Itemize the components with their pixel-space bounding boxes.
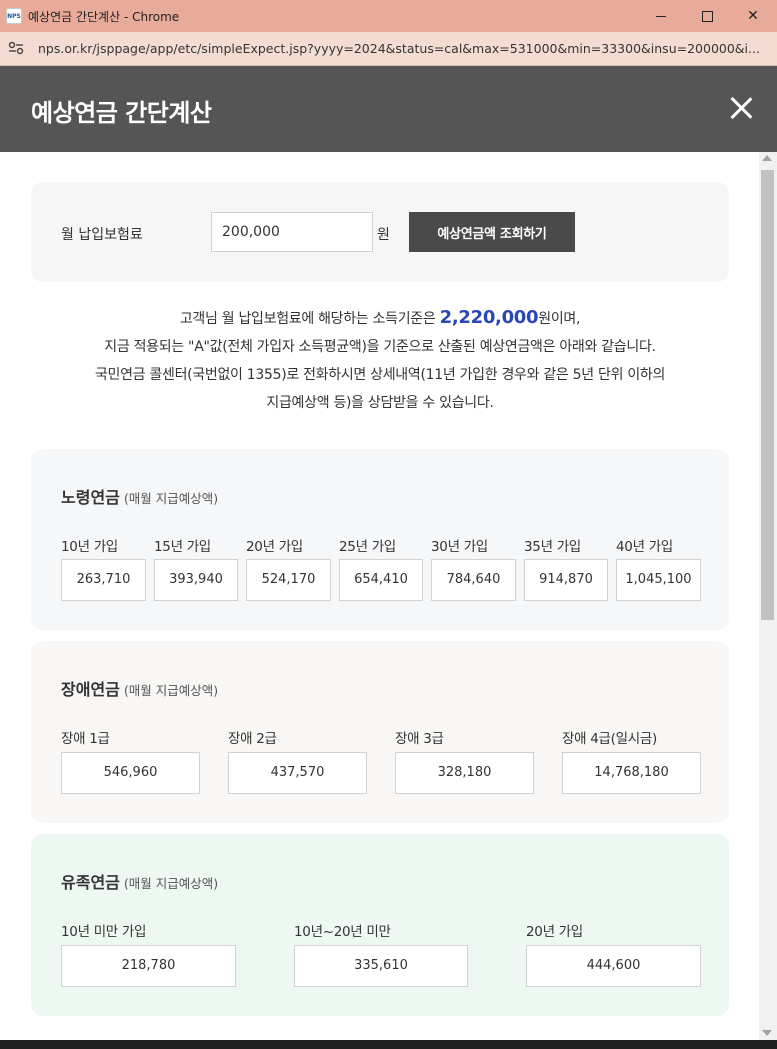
popup-title: 예상연금 간단계산 — [31, 99, 212, 127]
description-line-4: 지급예상액 등)을 상담받을 수 있습니다. — [266, 395, 494, 411]
site-settings-icon[interactable] — [8, 41, 24, 55]
address-bar[interactable]: nps.or.kr/jsppage/app/etc/simpleExpect.j… — [0, 32, 777, 66]
unit-label: 원 — [377, 227, 390, 243]
item-value: 546,960 — [61, 752, 200, 794]
item-label: 장애 2급 — [228, 731, 277, 747]
section-subtitle: (매월 지급예상액) — [123, 876, 219, 891]
window-title: 예상연금 간단계산 - Chrome — [28, 10, 180, 24]
item-value: 335,610 — [294, 945, 468, 987]
description-line-1: 고객님 월 납입보험료에 해당하는 소득기준은 2,220,000원이며, — [31, 304, 729, 333]
window-close-button[interactable]: ✕ — [730, 4, 776, 28]
disability-pension-panel: 장애연금 (매월 지급예상액) 장애 1급 546,960 장애 2급 437,5… — [31, 641, 729, 823]
popup-close-icon[interactable] — [724, 92, 758, 126]
minimize-button[interactable] — [638, 4, 684, 28]
item-label: 30년 가입 — [431, 539, 488, 555]
scroll-down-arrow-icon[interactable] — [762, 1030, 772, 1036]
item-label: 25년 가입 — [339, 539, 396, 555]
premium-input-panel: 월 납입보험료 원 예상연금액 조회하기 — [31, 182, 729, 282]
description: 고객님 월 납입보험료에 해당하는 소득기준은 2,220,000원이며, 지금… — [31, 304, 729, 417]
premium-label: 월 납입보험료 — [61, 227, 143, 243]
item-label: 장애 4급(일시금) — [562, 731, 657, 747]
item-label: 장애 3급 — [395, 731, 444, 747]
window-titlebar: NPS 예상연금 간단계산 - Chrome ✕ — [0, 0, 777, 32]
item-value: 218,780 — [61, 945, 236, 987]
popup-header: 예상연금 간단계산 — [0, 66, 777, 152]
item-label: 15년 가입 — [154, 539, 211, 555]
scroll-up-arrow-icon[interactable] — [762, 155, 772, 161]
maximize-icon — [701, 10, 713, 22]
item-label: 40년 가입 — [616, 539, 673, 555]
os-taskbar — [0, 1040, 777, 1049]
item-value: 654,410 — [339, 559, 423, 601]
income-amount: 2,220,000 — [439, 307, 539, 328]
item-value: 393,940 — [154, 559, 238, 601]
query-button[interactable]: 예상연금액 조회하기 — [409, 212, 575, 252]
item-value: 784,640 — [431, 559, 516, 601]
item-value: 437,570 — [228, 752, 367, 794]
section-title: 장애연금 — [61, 680, 120, 699]
scrollbar-thumb[interactable] — [761, 170, 774, 620]
description-suffix: 원이며, — [538, 311, 581, 327]
description-line-3: 국민연금 콜센터(국번없이 1355)로 전화하시면 상세내역(11년 가입한 … — [94, 367, 666, 383]
item-value: 263,710 — [61, 559, 146, 601]
survivor-pension-title: 유족연금 (매월 지급예상액) — [61, 869, 218, 893]
old-age-pension-title: 노령연금 (매월 지급예상액) — [61, 484, 218, 508]
minimize-icon — [656, 15, 666, 17]
item-value: 1,045,100 — [616, 559, 701, 601]
item-value: 14,768,180 — [562, 752, 701, 794]
maximize-button[interactable] — [684, 4, 730, 28]
item-value: 444,600 — [526, 945, 701, 987]
item-label: 20년 가입 — [526, 924, 583, 940]
item-value: 328,180 — [395, 752, 534, 794]
item-label: 10년~20년 미만 — [294, 924, 391, 940]
description-line-2: 지금 적용되는 "A"값(전체 가입자 소득평균액)을 기준으로 산출된 예상연… — [104, 339, 656, 355]
section-title: 노령연금 — [61, 488, 120, 507]
section-subtitle: (매월 지급예상액) — [123, 491, 219, 506]
premium-input[interactable] — [211, 212, 373, 252]
disability-pension-title: 장애연금 (매월 지급예상액) — [61, 676, 218, 700]
close-icon: ✕ — [747, 8, 759, 24]
url-text[interactable]: nps.or.kr/jsppage/app/etc/simpleExpect.j… — [38, 41, 768, 56]
item-label: 20년 가입 — [246, 539, 303, 555]
nps-favicon-icon: NPS — [6, 8, 22, 24]
section-subtitle: (매월 지급예상액) — [123, 683, 219, 698]
old-age-pension-panel: 노령연금 (매월 지급예상액) 10년 가입 263,710 15년 가입 393… — [31, 449, 729, 630]
item-label: 10년 미만 가입 — [61, 924, 147, 940]
item-value: 914,870 — [524, 559, 608, 601]
survivor-pension-panel: 유족연금 (매월 지급예상액) 10년 미만 가입 218,780 10년~20년… — [31, 834, 729, 1016]
description-prefix: 고객님 월 납입보험료에 해당하는 소득기준은 — [179, 311, 440, 327]
item-label: 35년 가입 — [524, 539, 581, 555]
section-title: 유족연금 — [61, 873, 120, 892]
item-label: 장애 1급 — [61, 731, 110, 747]
item-label: 10년 가입 — [61, 539, 118, 555]
item-value: 524,170 — [246, 559, 331, 601]
